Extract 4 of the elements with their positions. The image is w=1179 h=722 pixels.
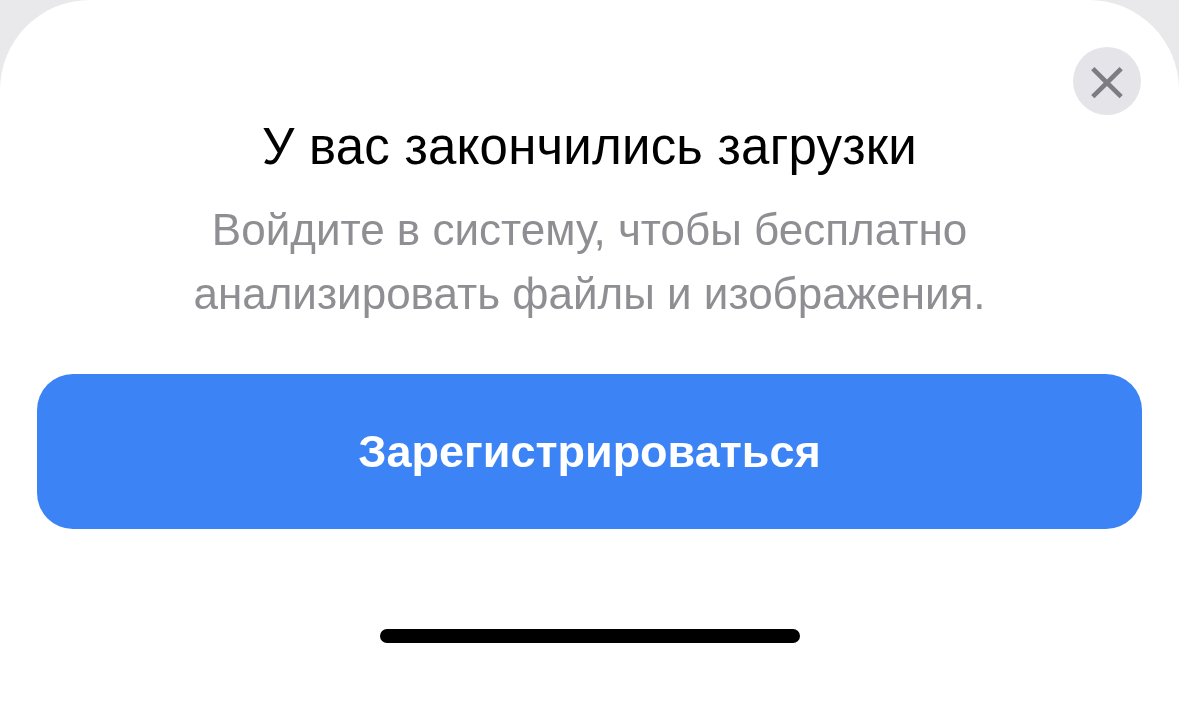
- dialog-title: У вас закончились загрузки: [262, 117, 917, 176]
- close-button[interactable]: ×: [1073, 47, 1141, 115]
- register-button[interactable]: Зарегистрироваться: [37, 374, 1142, 529]
- dialog-message: Войдите в систему, чтобы бесплатно анализировать файлы и изображения.: [192, 204, 987, 320]
